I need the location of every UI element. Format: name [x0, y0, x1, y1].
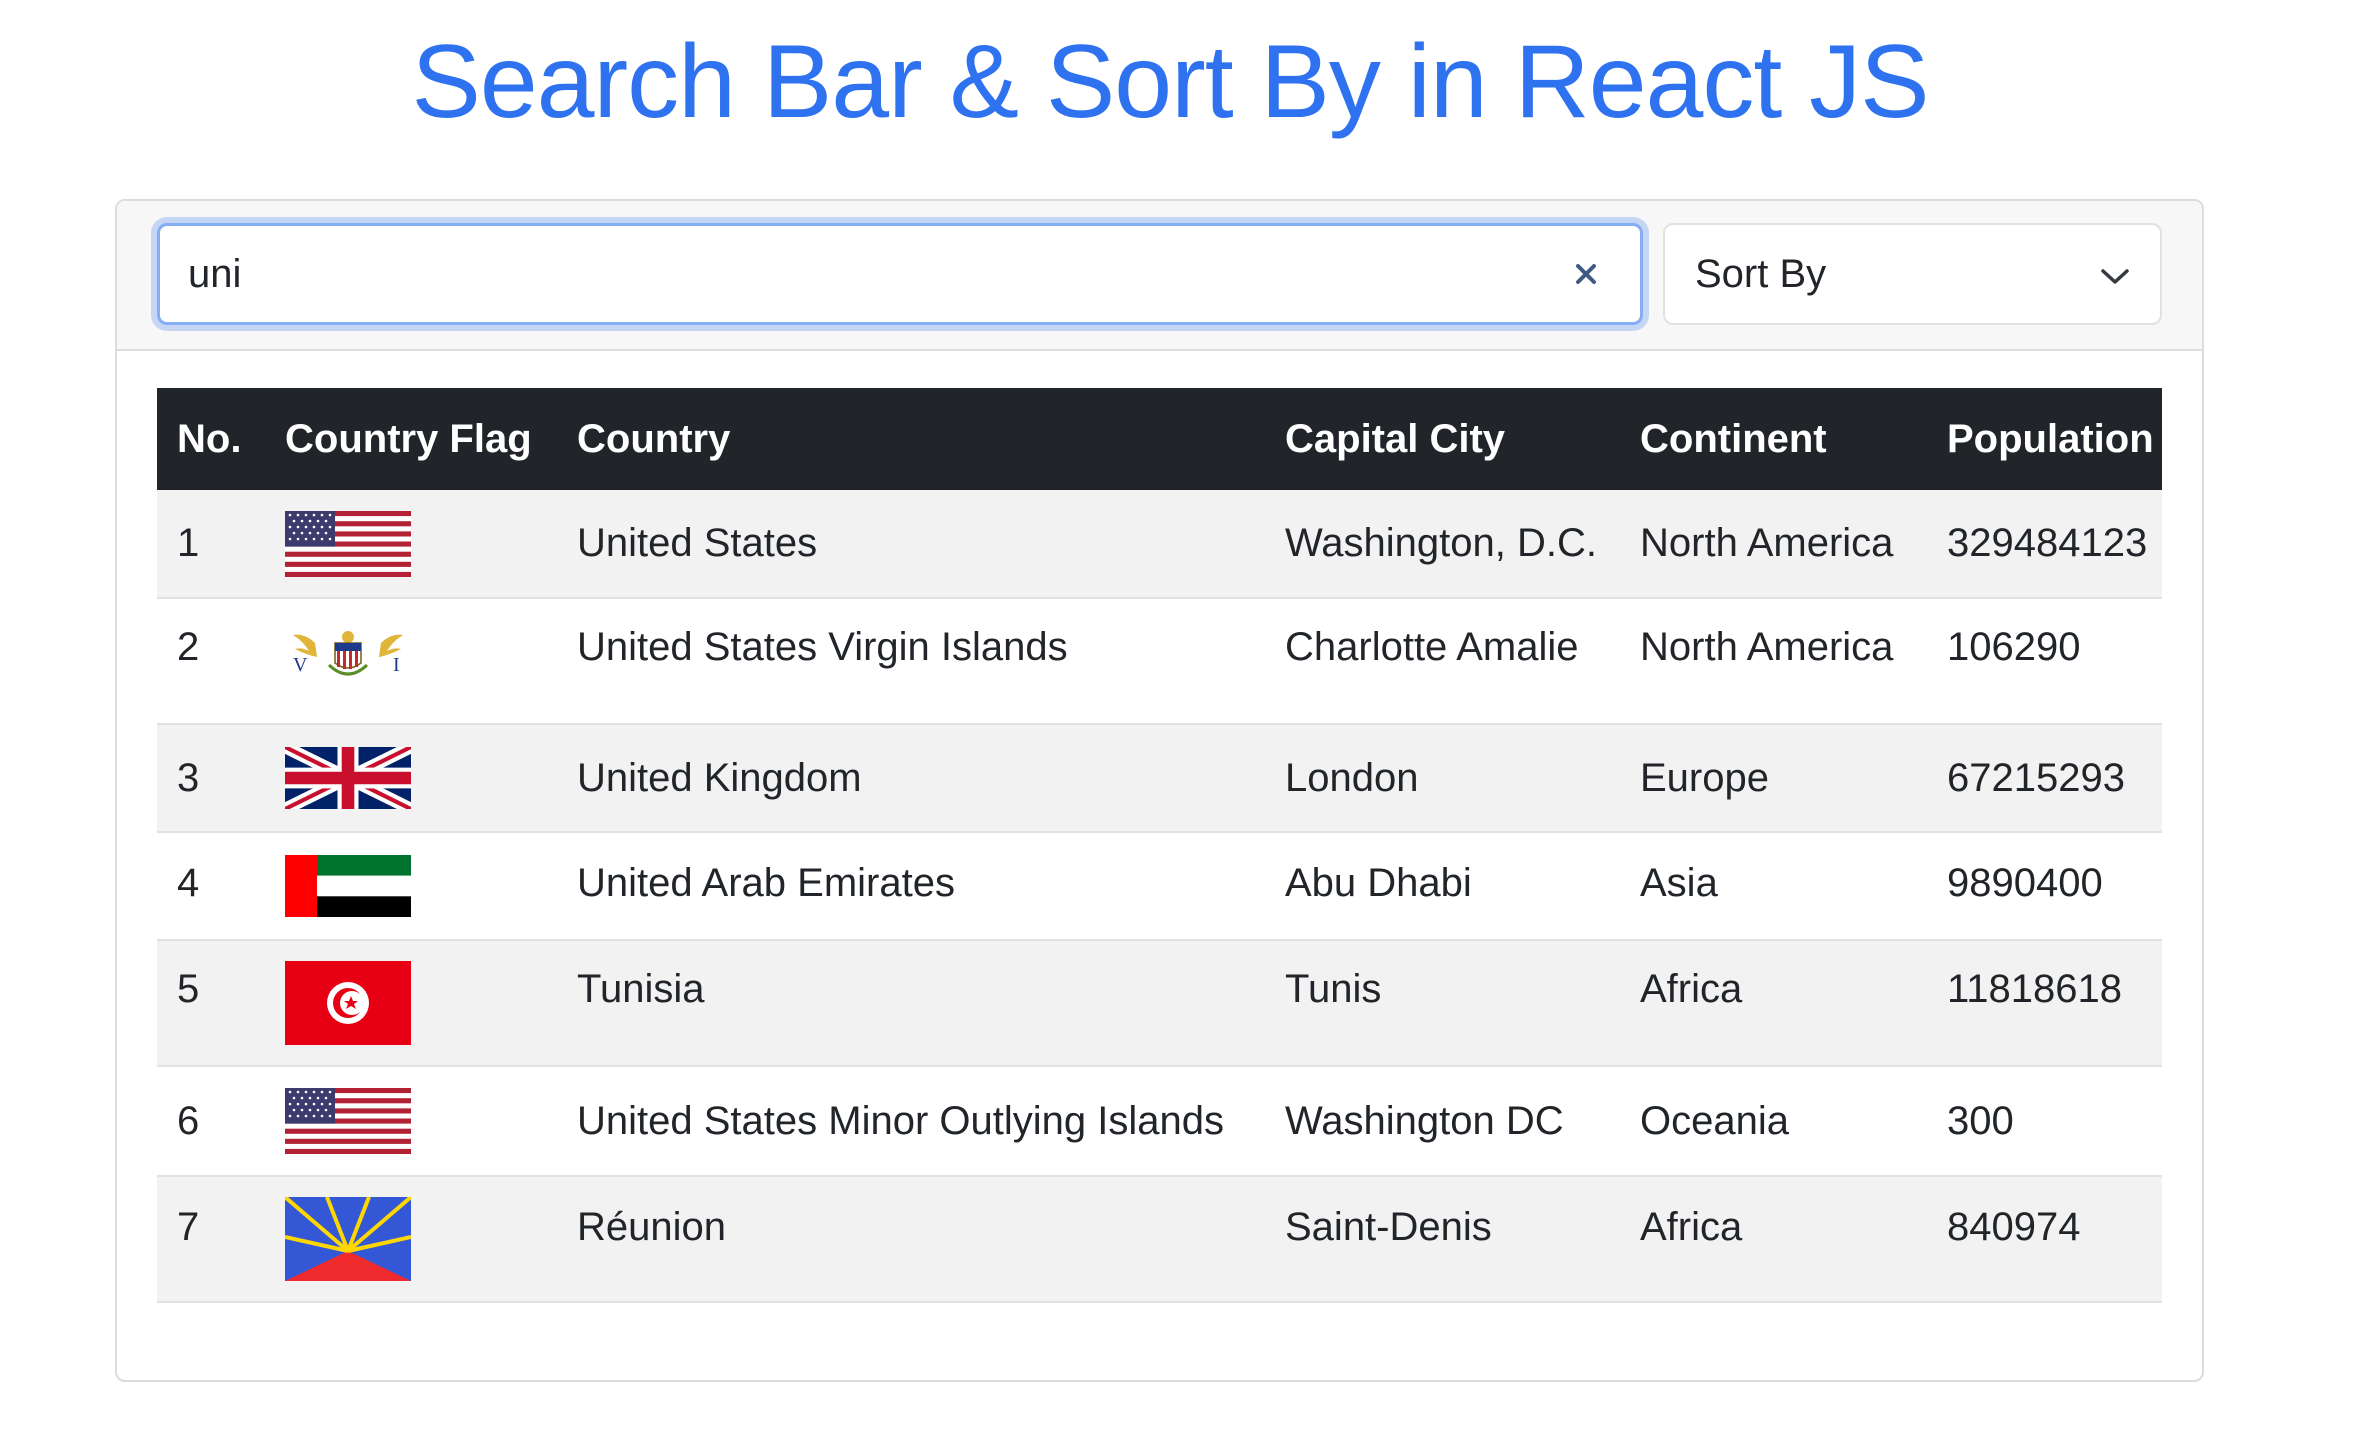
cell-flag [265, 490, 557, 599]
search-box[interactable] [157, 223, 1643, 325]
cell-no: 5 [157, 940, 265, 1067]
table-row: 5 Tunisia Tunis Africa 11818618 [157, 940, 2162, 1067]
cell-flag [265, 1066, 557, 1177]
cell-no: 1 [157, 490, 265, 599]
us-flag-icon [285, 510, 411, 577]
close-icon[interactable] [1556, 244, 1616, 304]
page-title: Search Bar & Sort By in React JS [411, 24, 1929, 140]
cell-country: United States Virgin Islands [557, 598, 1265, 725]
cell-capital: Washington DC [1265, 1066, 1620, 1177]
cell-continent: North America [1620, 598, 1927, 725]
cell-country: United Arab Emirates [557, 832, 1265, 941]
cell-no: 3 [157, 724, 265, 833]
header-population: Population [1947, 416, 2154, 461]
cell-continent: Europe [1620, 724, 1927, 833]
re-flag-icon [285, 1197, 411, 1281]
cell-flag [265, 724, 557, 833]
header-capital-city: Capital City [1285, 416, 1506, 461]
search-input[interactable] [160, 229, 1556, 319]
cell-population: 840974 [1927, 1176, 2162, 1303]
svg-text:V: V [293, 654, 308, 676]
cell-country: Tunisia [557, 940, 1265, 1067]
cell-no: 2 [157, 598, 265, 725]
cell-capital: Washington, D.C. [1265, 490, 1620, 599]
cell-capital: Tunis [1265, 940, 1620, 1067]
table-row: 3 United Kingdom London Europe 67215293 [157, 724, 2162, 833]
vi-flag-icon: V I [285, 625, 411, 691]
cell-no: 6 [157, 1066, 265, 1177]
tn-flag-icon [285, 961, 411, 1045]
cell-flag [265, 1176, 557, 1303]
cell-population: 9890400 [1927, 832, 2162, 941]
cell-capital: London [1265, 724, 1620, 833]
ae-flag-icon [285, 855, 411, 917]
countries-table-wrapper: No. Country Flag Country Capital City Co… [157, 388, 2162, 1303]
cell-no: 4 [157, 832, 265, 941]
header-country: Country [577, 416, 731, 461]
gb-flag-icon [285, 747, 411, 809]
cell-continent: Asia [1620, 832, 1927, 941]
cell-country: United Kingdom [557, 724, 1265, 833]
cell-flag [265, 940, 557, 1067]
sort-by-label: Sort By [1695, 251, 1827, 296]
table-row: 1 United States Washington, D.C. North A… [157, 490, 2162, 599]
card-header: Sort By [117, 201, 2202, 351]
cell-continent: Africa [1620, 940, 1927, 1067]
header-continent: Continent [1640, 416, 1827, 461]
table-row: 4 United Arab Emirates Abu Dhabi Asia 98… [157, 832, 2162, 941]
cell-no: 7 [157, 1176, 265, 1303]
sort-by-select[interactable]: Sort By [1663, 223, 2162, 325]
cell-country: Réunion [557, 1176, 1265, 1303]
cell-population: 106290 [1927, 598, 2162, 725]
cell-capital: Saint-Denis [1265, 1176, 1620, 1303]
cell-capital: Charlotte Amalie [1265, 598, 1620, 725]
cell-population: 67215293 [1927, 724, 2162, 833]
table-row: 7 Réunion Saint-Denis Africa 840974 [157, 1176, 2162, 1303]
cell-country: United States [557, 490, 1265, 599]
header-country-flag: Country Flag [285, 416, 532, 461]
cell-population: 11818618 [1927, 940, 2162, 1067]
cell-continent: Africa [1620, 1176, 1927, 1303]
table-header-row: No. Country Flag Country Capital City Co… [157, 388, 2162, 490]
countries-table: No. Country Flag Country Capital City Co… [157, 388, 2162, 1303]
svg-text:I: I [393, 654, 400, 676]
cell-population: 300 [1927, 1066, 2162, 1177]
cell-population: 329484123 [1927, 490, 2162, 599]
table-row: 6 United States Minor Outlying Islands W… [157, 1066, 2162, 1177]
us-flag-icon [285, 1088, 411, 1154]
table-row: 2 V I United States Virgin Islands Charl… [157, 598, 2162, 725]
cell-continent: Oceania [1620, 1066, 1927, 1177]
cell-country: United States Minor Outlying Islands [557, 1066, 1265, 1177]
cell-flag [265, 832, 557, 941]
cell-flag: V I [265, 598, 557, 725]
cell-continent: North America [1620, 490, 1927, 599]
chevron-down-icon [2100, 252, 2130, 297]
header-no: No. [177, 416, 242, 461]
cell-capital: Abu Dhabi [1265, 832, 1620, 941]
main-card: Sort By No. Country Flag C [115, 199, 2204, 1382]
